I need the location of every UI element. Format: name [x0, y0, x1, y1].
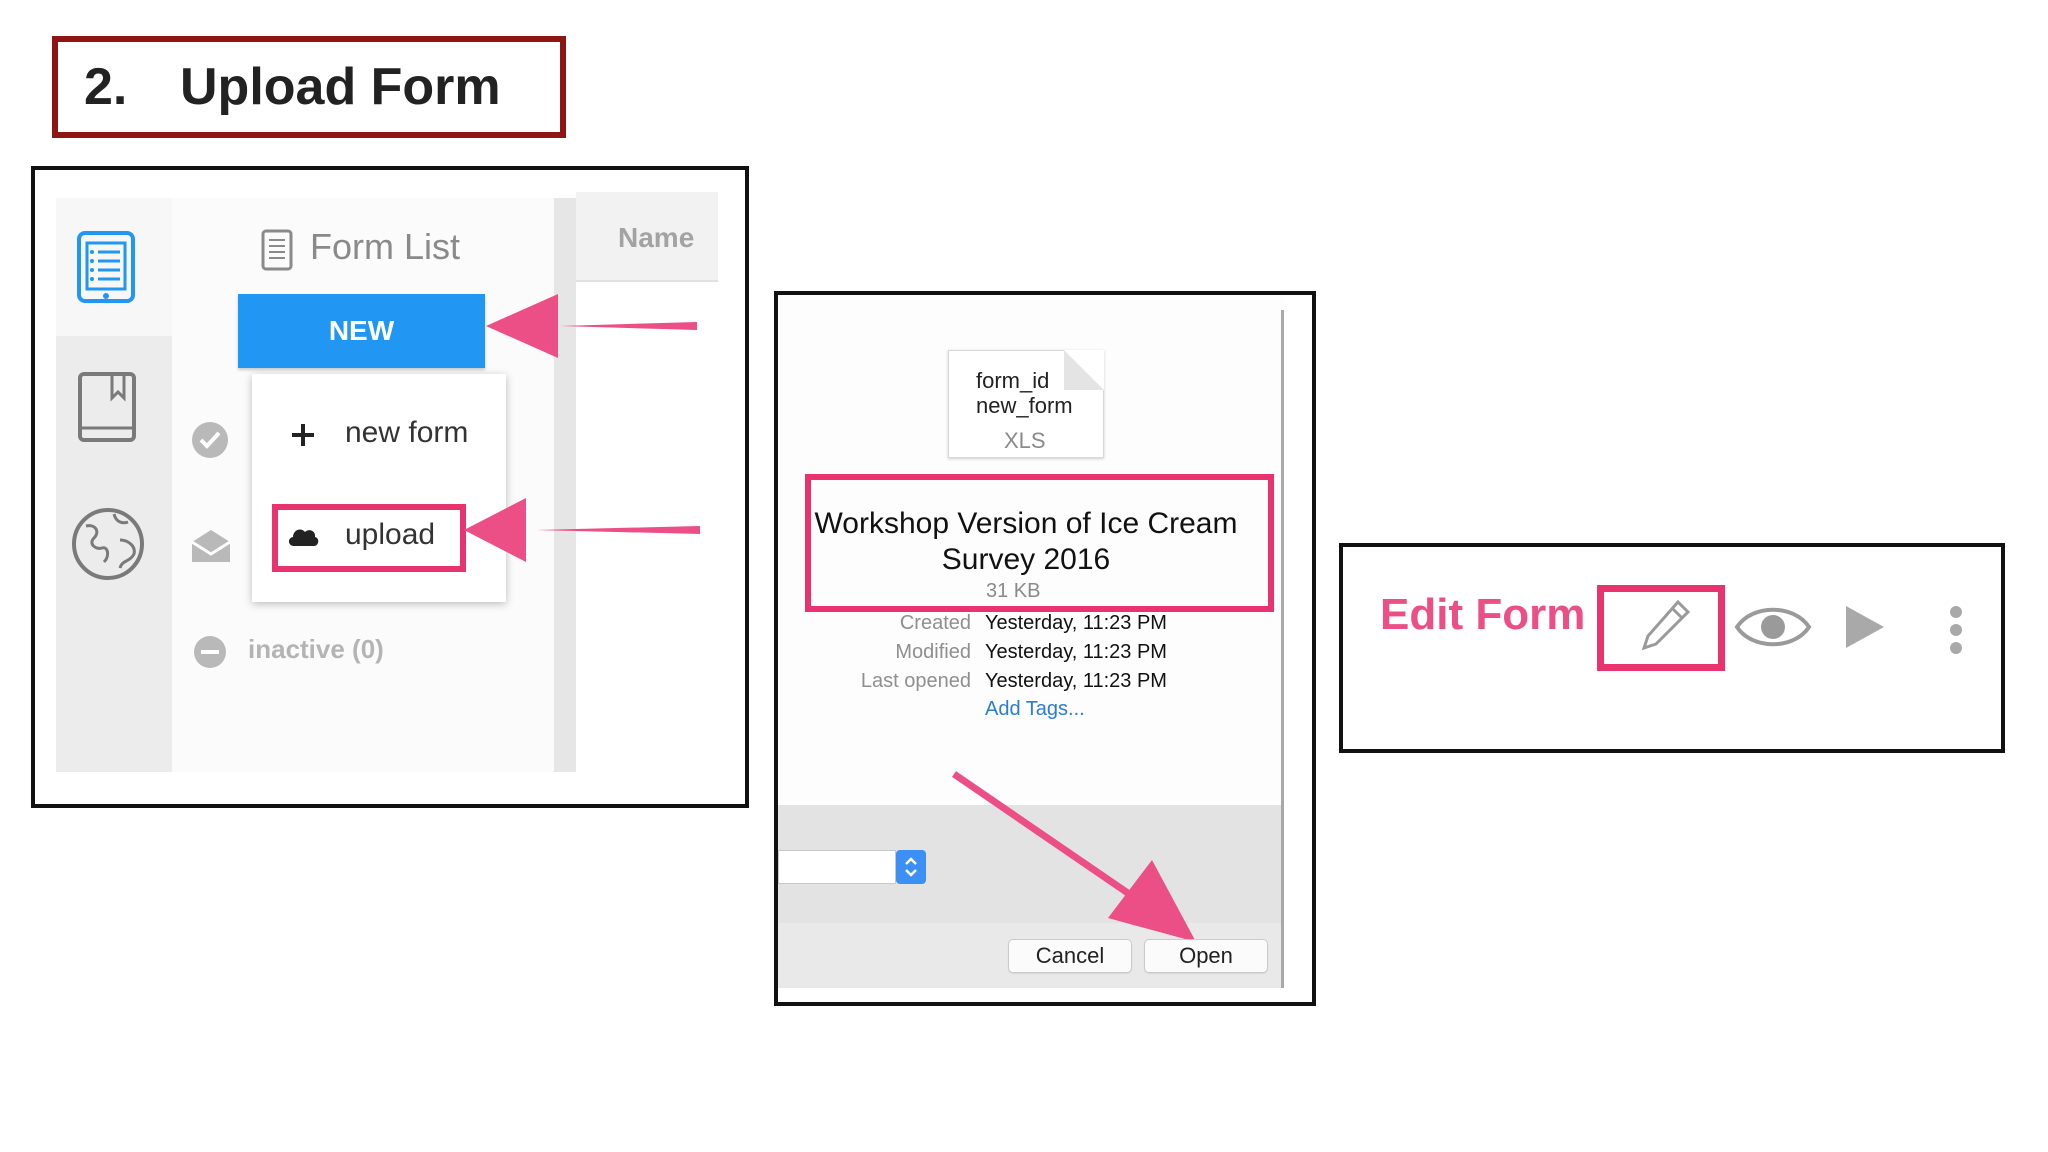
eye-icon[interactable] — [1734, 600, 1812, 654]
form-list-icon[interactable] — [76, 230, 138, 306]
arrow-to-open-icon — [952, 771, 1196, 942]
form-list-title: Form List — [310, 226, 461, 267]
menu-item-new-form[interactable]: new form — [345, 416, 468, 450]
page-title: Upload Form — [180, 58, 501, 116]
new-button[interactable]: NEW — [238, 294, 485, 368]
checkmark-icon — [192, 422, 228, 458]
more-vertical-icon[interactable] — [1944, 604, 1968, 660]
title-number: 2. — [84, 58, 128, 116]
edit-form-label: Edit Form — [1380, 590, 1586, 639]
plus-icon — [292, 424, 314, 446]
globe-icon[interactable] — [70, 506, 146, 582]
library-icon[interactable] — [76, 370, 140, 446]
arrow-to-upload-icon — [464, 498, 700, 562]
file-icon-line-1: form_id — [976, 368, 1050, 393]
select-stepper-icon[interactable] — [896, 850, 926, 884]
cancel-button[interactable]: Cancel — [1008, 939, 1132, 973]
title-box: 2. Upload Form — [52, 36, 566, 138]
minus-circle-icon — [194, 636, 226, 668]
play-icon[interactable] — [1844, 604, 1886, 650]
created-value: Yesterday, 11:23 PM — [985, 612, 1167, 634]
last-opened-label: Last opened — [860, 670, 971, 692]
file-name: Workshop Version of Ice Cream Survey 201… — [814, 507, 1238, 576]
created-label: Created — [899, 612, 971, 634]
envelope-icon — [191, 530, 231, 562]
file-icon-line-2: new_form — [976, 393, 1073, 418]
modified-label: Modified — [895, 641, 971, 663]
last-opened-value: Yesterday, 11:23 PM — [985, 670, 1167, 692]
modified-value: Yesterday, 11:23 PM — [985, 641, 1167, 663]
arrow-to-new-icon — [486, 294, 697, 358]
open-button[interactable]: Open — [1144, 939, 1268, 973]
page-fold-icon — [1064, 350, 1104, 390]
name-column-label: Name — [618, 222, 695, 253]
pane-divider[interactable] — [1281, 310, 1284, 988]
file-size: 31 KB — [986, 580, 1041, 602]
file-extension: XLS — [1004, 428, 1046, 453]
format-select[interactable] — [778, 850, 896, 884]
document-icon — [261, 229, 293, 271]
inactive-filter[interactable]: inactive (0) — [248, 634, 384, 665]
upload-highlight-box — [272, 504, 466, 572]
pencil-icon[interactable] — [1640, 598, 1692, 654]
add-tags-link[interactable]: Add Tags... — [985, 698, 1085, 721]
